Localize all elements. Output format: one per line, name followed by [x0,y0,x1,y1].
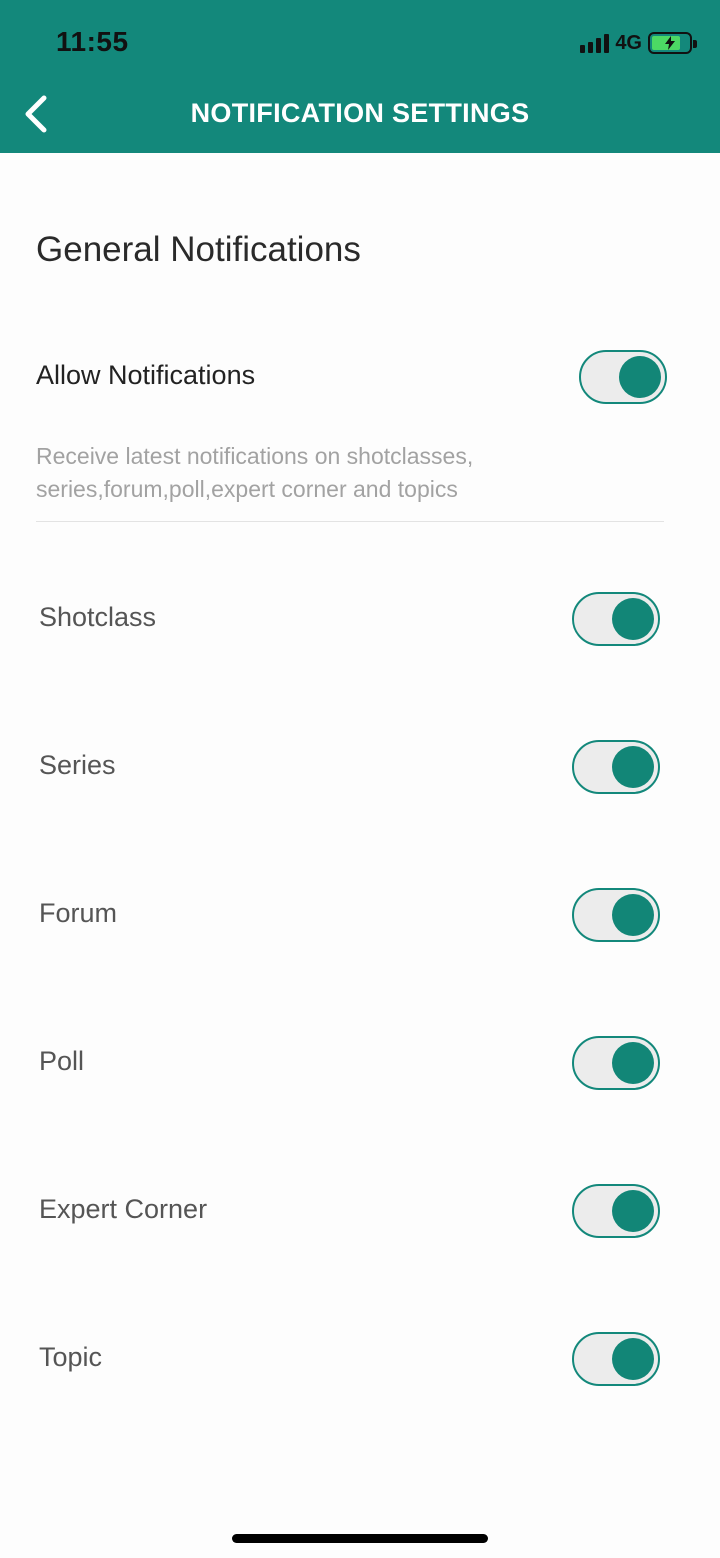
divider [36,521,664,522]
section-title: General Notifications [36,230,361,269]
page-title: NOTIFICATION SETTINGS [190,98,530,128]
allow-notifications-toggle[interactable] [579,350,667,404]
home-indicator [232,1534,488,1543]
shotclass-toggle[interactable] [572,592,660,646]
network-type: 4G [615,31,642,54]
forum-toggle[interactable] [572,888,660,942]
series-toggle[interactable] [572,740,660,794]
toggle-knob [612,894,654,936]
expert-corner-toggle[interactable] [572,1184,660,1238]
toggle-knob [612,746,654,788]
toggle-knob [619,356,661,398]
status-time: 11:55 [56,26,129,57]
series-label: Series [39,750,116,780]
topic-toggle[interactable] [572,1332,660,1386]
toggle-knob [612,598,654,640]
poll-label: Poll [39,1046,85,1076]
battery-charging-icon [648,32,697,54]
toggle-knob [612,1042,654,1084]
forum-label: Forum [39,898,118,928]
signal-icon [580,33,610,53]
allow-notifications-label: Allow Notifications [36,360,256,390]
toggle-knob [612,1338,654,1380]
poll-toggle[interactable] [572,1036,660,1090]
app-header: 11:55 4G NOTIFICATION SETTINGS [0,0,720,153]
toggle-knob [612,1190,654,1232]
status-icons: 4G [580,28,697,58]
topic-label: Topic [39,1342,103,1372]
expert-corner-label: Expert Corner [39,1194,208,1224]
notifications-description: Receive latest notifications on shotclas… [36,443,474,502]
shotclass-label: Shotclass [39,602,157,632]
